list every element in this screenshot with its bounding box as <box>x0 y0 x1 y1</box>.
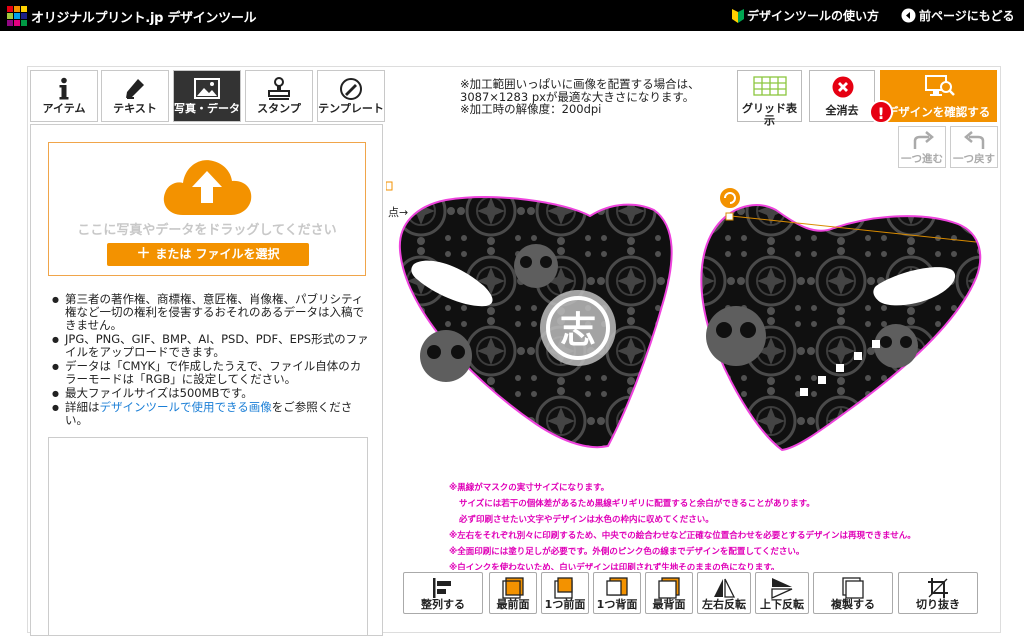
undo-icon <box>964 131 985 149</box>
print-warnings: ※黒線がマスクの実寸サイズになります。 サイズには若干の個体差があるため黒線ギリ… <box>449 480 979 570</box>
warning-2: サイズには若干の個体差があるため黒線ギリギリに配置すると余白ができることがありま… <box>459 499 815 509</box>
bring-front-label: 最前面 <box>496 598 530 611</box>
monitor-search-icon <box>925 75 955 96</box>
mask-right-piece[interactable] <box>700 186 982 452</box>
send-back-button[interactable]: 最背面 <box>645 572 693 614</box>
flip-horizontal-button[interactable]: 左右反転 <box>697 572 751 614</box>
brand-title: オリジナルプリント.jp デザインツール <box>31 11 257 26</box>
duplicate-button[interactable]: 複製する <box>813 572 893 614</box>
howto-link[interactable]: デザインツールの使い方 <box>732 7 879 24</box>
warning-3: 必ず印刷させたい文字やデザインは水色の枠内に収めてください。 <box>459 515 714 525</box>
logo-circle-emblem: 志 <box>540 290 616 366</box>
bring-front-button[interactable]: 最前面 <box>489 572 537 614</box>
usable-images-link[interactable]: デザインツールで使用できる画像 <box>100 400 272 414</box>
flip-vertical-button[interactable]: 上下反転 <box>755 572 809 614</box>
crop-button[interactable]: 切り抜き <box>898 572 978 614</box>
skull-right-2 <box>874 324 918 368</box>
warning-5: ※全面印刷には塗り足しが必要です。外側のピンク色の線までデザインを配置してくださ… <box>449 547 805 557</box>
bring-forward-button[interactable]: 1つ前面 <box>541 572 589 614</box>
info-line-3: ※加工時の解像度：200dpi <box>460 102 602 116</box>
skull-right-1 <box>706 306 766 366</box>
skull-left-2 <box>514 244 558 288</box>
back-circle-icon <box>901 8 916 23</box>
redo-label: 一つ進む <box>901 153 943 165</box>
note-formats: JPG、PNG、GIF、BMP、AI、PSD、PDF、EPS形式のファイルをアッ… <box>52 333 370 359</box>
resize-handle[interactable] <box>725 212 734 221</box>
undo-label: 一つ戻す <box>953 153 995 165</box>
design-tool-app: オリジナルプリント.jp デザインツール デザインツールの使い方 前ページにもど… <box>0 0 1024 641</box>
tab-item-label: アイテム <box>42 103 86 115</box>
cloud-upload-icon <box>163 160 252 215</box>
grid-icon <box>753 76 787 96</box>
tab-stamp-label: スタンプ <box>257 103 301 115</box>
send-backward-button[interactable]: 1つ背面 <box>593 572 641 614</box>
note-colormode: データは「CMYK」で作成したうえで、ファイル自体のカラーモードは「RGB」に設… <box>52 360 370 386</box>
tab-photo-data-label: 写真・データ <box>174 103 240 115</box>
logo-char: 志 <box>560 310 596 351</box>
upload-notes: 第三者の著作権、商標権、意匠権、肖像権、パブリシティ権など一切の権利を侵害するお… <box>52 293 370 428</box>
note-rights: 第三者の著作権、商標権、意匠権、肖像権、パブリシティ権など一切の権利を侵害するお… <box>52 293 370 332</box>
alert-badge: ! <box>869 100 893 124</box>
tab-text-label: テキスト <box>113 103 157 115</box>
warning-1: ※黒線がマスクの実寸サイズになります。 <box>449 483 610 493</box>
back-page-link[interactable]: 前ページにもどる <box>901 7 1015 24</box>
print-info: ※加工範囲いっぱいに画像を配置する場合は、 3087×1283 pxが最適な大き… <box>460 78 700 116</box>
grid-toggle-button[interactable]: グリッド表示 <box>737 70 802 127</box>
header-bar: オリジナルプリント.jp デザインツール デザインツールの使い方 前ページにもど… <box>0 0 1024 31</box>
howto-label: デザインツールの使い方 <box>747 9 880 23</box>
upload-dropzone[interactable]: ここに写真やデータをドラッグしてください ＋ または ファイルを選択 <box>48 142 366 276</box>
info-line-1: ※加工範囲いっぱいに画像を配置する場合は、 <box>460 77 700 91</box>
fold-marker <box>386 181 393 191</box>
flip-horizontal-label: 左右反転 <box>702 598 746 611</box>
warning-4: ※左右をそれぞれ別々に印刷するため、中央での絵合わせなど正確な位置合わせを必要と… <box>449 531 916 541</box>
tab-photo-data[interactable]: 写真・データ <box>173 70 241 122</box>
bring-forward-label: 1つ前面 <box>544 598 586 611</box>
note-details-pre: 詳細は <box>65 400 100 414</box>
beginner-mark-icon <box>732 8 744 23</box>
tab-item[interactable]: アイテム <box>30 70 98 122</box>
rotate-handle-icon[interactable] <box>718 186 742 210</box>
center-fold-label: 点→ <box>388 206 408 219</box>
flip-vertical-label: 上下反転 <box>760 598 804 611</box>
duplicate-label: 複製する <box>831 598 875 611</box>
tab-text[interactable]: テキスト <box>101 70 169 122</box>
select-file-label: または ファイルを選択 <box>155 247 280 261</box>
redo-button[interactable]: 一つ進む <box>898 126 946 168</box>
crop-label: 切り抜き <box>916 598 960 611</box>
undo-button[interactable]: 一つ戻す <box>950 126 998 168</box>
align-button[interactable]: 整列する <box>403 572 483 614</box>
pen-icon <box>126 79 144 99</box>
skull-left-1 <box>420 330 472 382</box>
template-icon <box>340 78 362 100</box>
mask-design-canvas[interactable]: 点→ 志 <box>386 176 998 472</box>
info-icon <box>59 77 69 100</box>
note-filesize: 最大ファイルサイズは500MBです。 <box>52 387 370 401</box>
tab-stamp[interactable]: スタンプ <box>245 70 313 122</box>
mask-left-piece[interactable]: 志 <box>398 196 673 449</box>
clear-all-label: 全消去 <box>825 104 859 117</box>
drop-hint-text: ここに写真やデータをドラッグしてください <box>77 223 337 238</box>
confirm-design-button[interactable]: デザインを確認する <box>880 70 997 122</box>
select-file-button[interactable]: ＋ または ファイルを選択 <box>107 243 309 266</box>
cube-logo-icon <box>7 6 27 26</box>
tab-template-label: テンプレート <box>318 103 384 115</box>
redo-icon <box>913 131 934 149</box>
stamp-icon <box>268 77 290 100</box>
confirm-design-label: デザインを確認する <box>886 105 991 119</box>
image-icon <box>194 78 220 99</box>
send-backward-label: 1つ背面 <box>596 598 638 611</box>
tab-template[interactable]: テンプレート <box>317 70 385 122</box>
send-back-label: 最背面 <box>652 598 686 611</box>
grid-toggle-label: グリッド表示 <box>742 102 797 127</box>
back-label: 前ページにもどる <box>919 9 1015 23</box>
align-label: 整列する <box>421 598 465 611</box>
uploaded-images-list[interactable] <box>48 437 368 636</box>
note-details: 詳細はデザインツールで使用できる画像をご参照ください。 <box>52 401 370 427</box>
clear-all-button[interactable]: 全消去 <box>809 70 875 122</box>
close-circle-icon <box>832 76 854 98</box>
warning-6: ※白インクを使わないため、白いデザインは印刷されず生地そのままの色になります。 <box>449 563 780 570</box>
